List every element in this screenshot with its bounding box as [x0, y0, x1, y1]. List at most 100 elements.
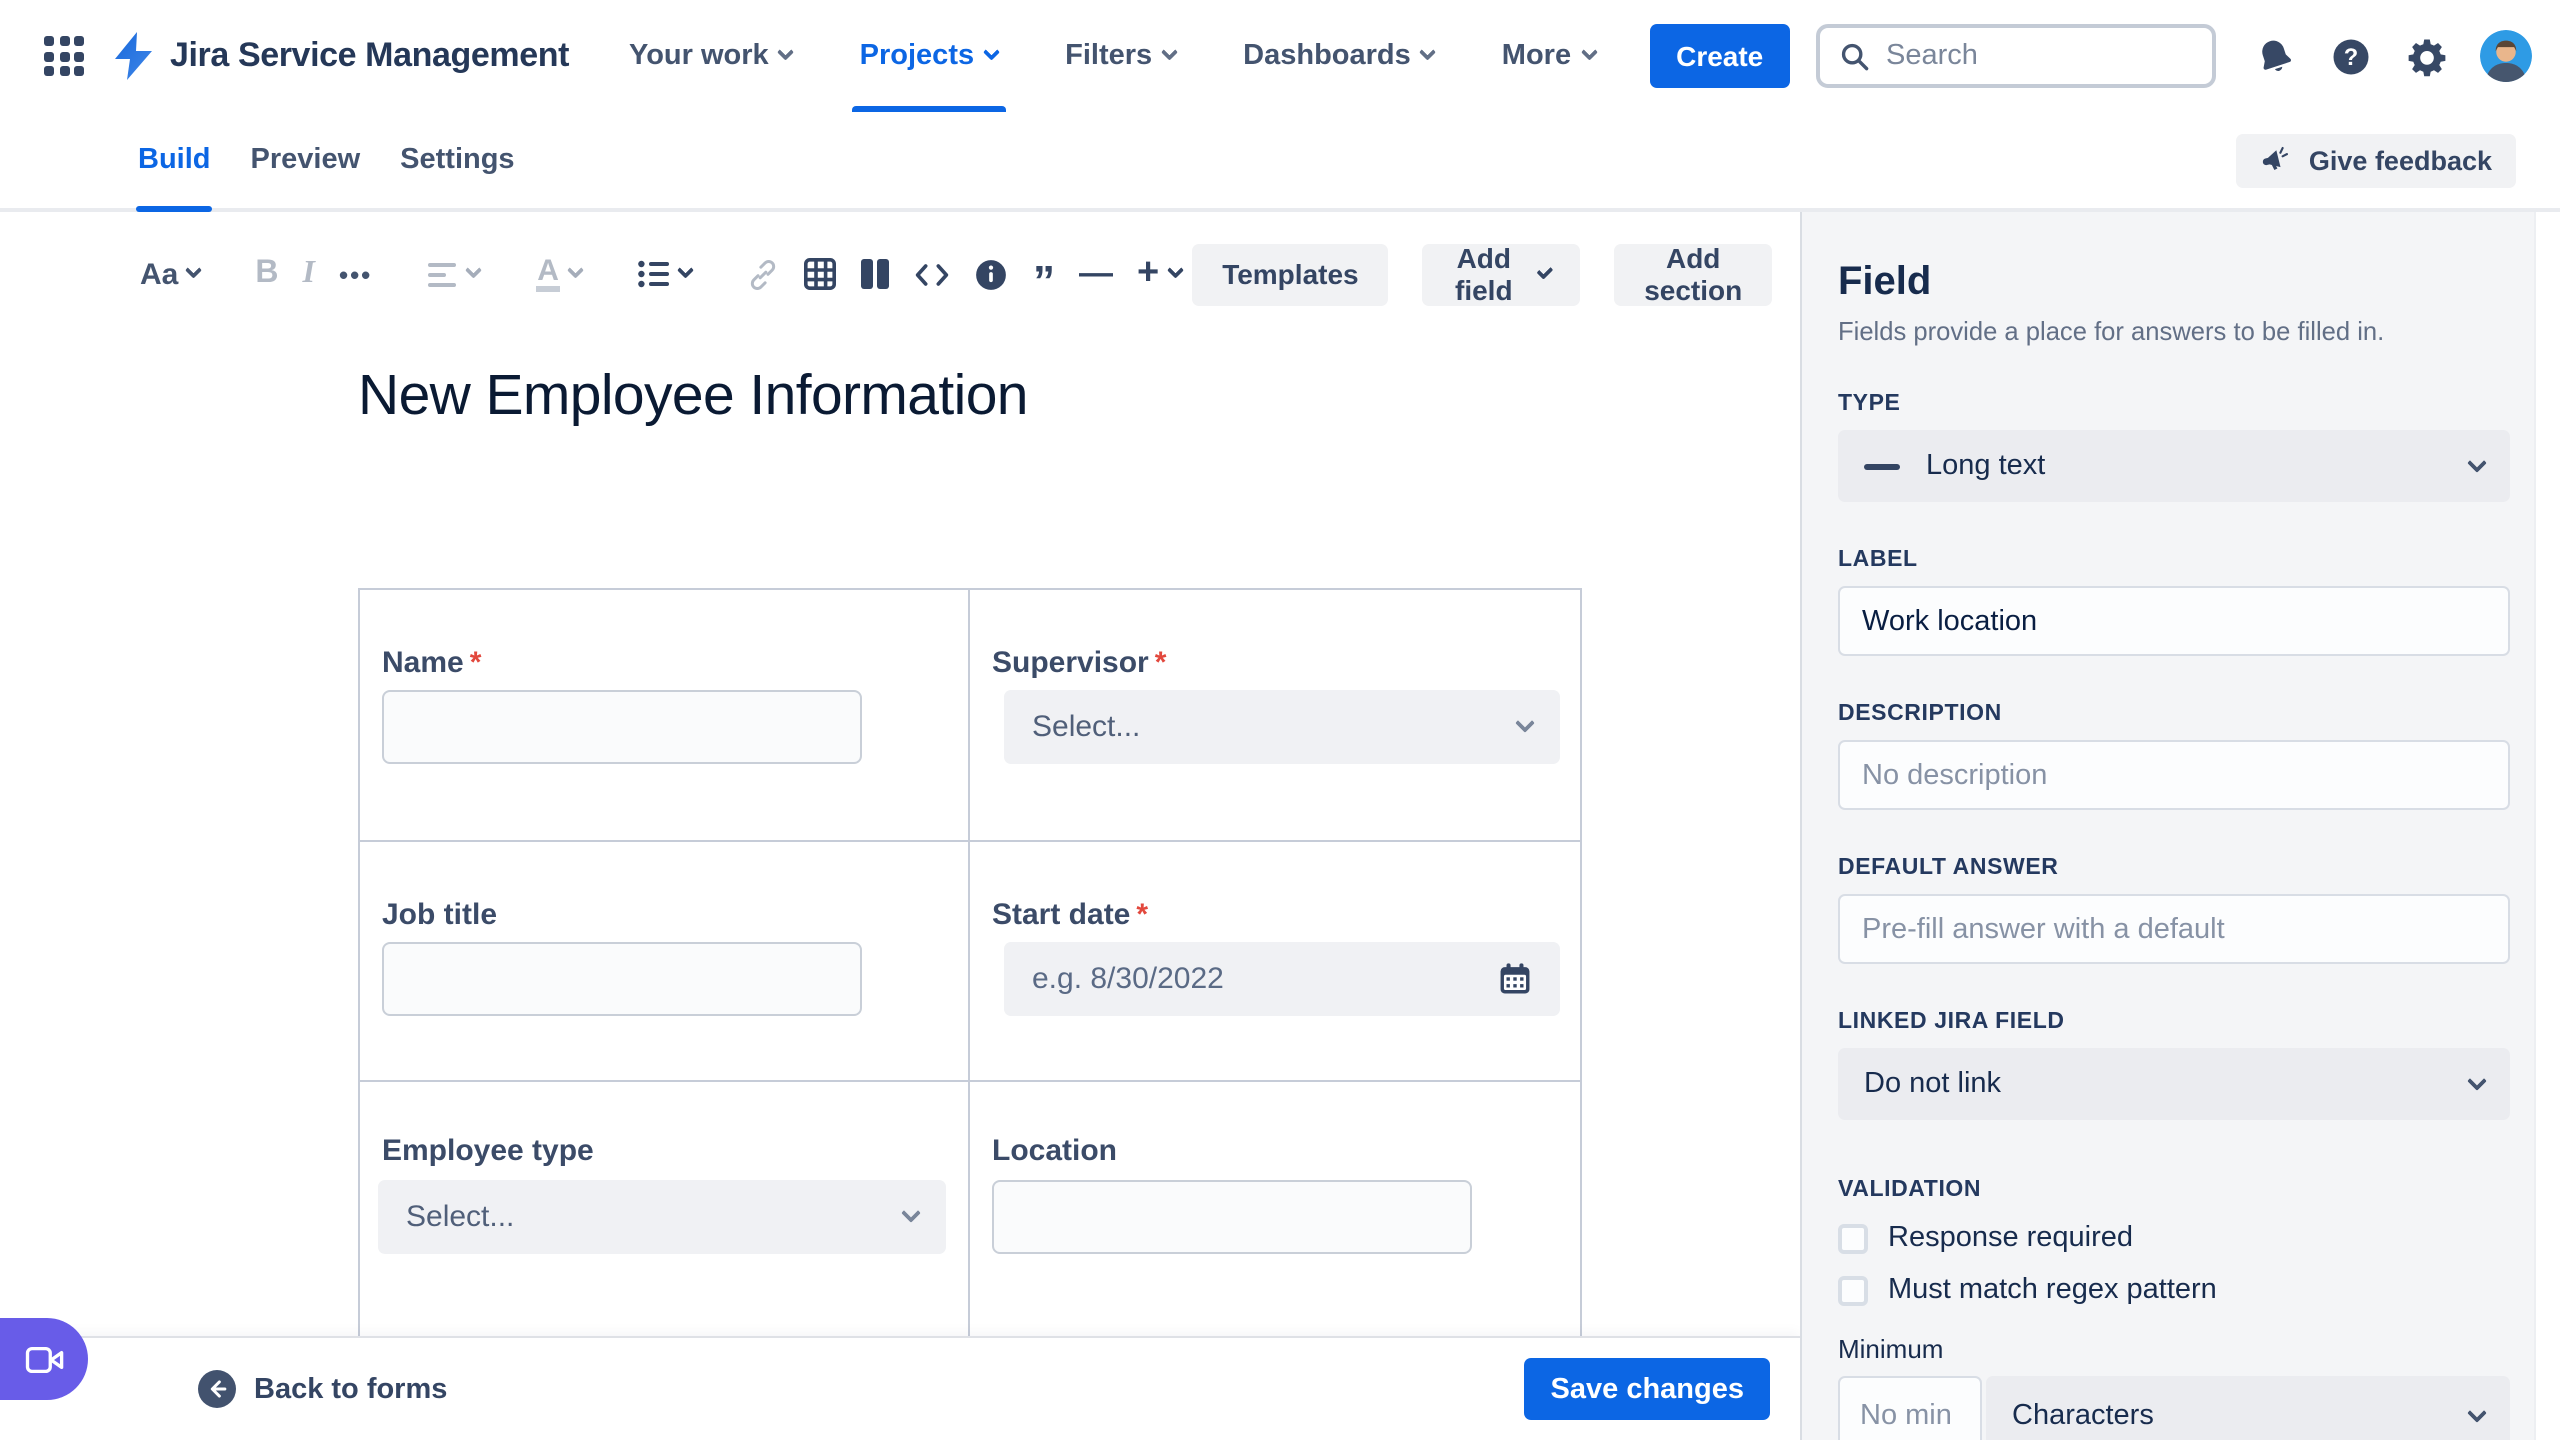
- bold-button[interactable]: B: [255, 256, 278, 292]
- product-title: Jira Service Management: [170, 36, 569, 74]
- info-panel-button[interactable]: [975, 257, 1009, 291]
- text-styles-button[interactable]: Aa: [140, 257, 202, 291]
- location-text-input[interactable]: [992, 1180, 1472, 1254]
- builder-tabs: Build Preview Settings: [136, 112, 517, 212]
- start-date-picker[interactable]: e.g. 8/30/2022: [1004, 942, 1560, 1016]
- form-title[interactable]: New Employee Information: [358, 364, 1029, 430]
- required-marker: *: [469, 646, 482, 680]
- label-label: LABEL: [1838, 548, 1918, 572]
- megaphone-icon: [2263, 146, 2289, 171]
- field-cell-name[interactable]: Name *: [360, 590, 970, 842]
- checkbox-icon[interactable]: [1838, 1223, 1868, 1253]
- field-type-select[interactable]: Long text: [1838, 430, 2510, 502]
- table-button[interactable]: [804, 258, 837, 290]
- regex-pattern-option[interactable]: Must match regex pattern: [1838, 1274, 2510, 1306]
- description-label: DESCRIPTION: [1838, 702, 2002, 726]
- settings-gear-icon[interactable]: [2404, 34, 2448, 78]
- link-button[interactable]: [747, 257, 781, 291]
- nav-your-work[interactable]: Your work: [629, 0, 794, 112]
- nav-projects[interactable]: Projects: [851, 0, 1005, 112]
- columns-icon: [861, 259, 890, 289]
- chevron-down-icon: [1420, 44, 1437, 60]
- field-settings-panel: Field Fields provide a place for answers…: [1800, 212, 2560, 1440]
- app-switcher-icon[interactable]: [44, 36, 84, 76]
- field-label: Name: [382, 646, 464, 680]
- response-required-option[interactable]: Response required: [1838, 1222, 2510, 1254]
- form-builder-tabs-bar: Build Preview Settings Give feedback: [0, 112, 2560, 212]
- editor-toolbar: Aa B I ••• A ” — + Templates Add field A…: [0, 212, 1800, 336]
- search-input[interactable]: Search: [1816, 24, 2216, 88]
- chevron-down-icon: [186, 262, 202, 278]
- give-feedback-button[interactable]: Give feedback: [2236, 133, 2516, 187]
- employee-type-select[interactable]: Select...: [378, 1180, 946, 1254]
- tab-preview[interactable]: Preview: [249, 112, 363, 208]
- jira-logo[interactable]: Jira Service Management: [112, 32, 569, 80]
- quote-button[interactable]: ”: [1033, 256, 1055, 303]
- tab-settings[interactable]: Settings: [398, 112, 516, 208]
- more-formatting-button[interactable]: •••: [339, 259, 372, 289]
- tab-build[interactable]: Build: [136, 112, 214, 212]
- divider-button[interactable]: —: [1079, 254, 1113, 294]
- nav-dashboards[interactable]: Dashboards: [1243, 0, 1437, 112]
- table-icon: [804, 258, 837, 290]
- chevron-down-icon: [778, 44, 794, 60]
- field-cell-employee-type[interactable]: Employee type Select...: [360, 1082, 970, 1336]
- job-title-text-input[interactable]: [382, 942, 862, 1016]
- alignment-button[interactable]: [428, 261, 482, 287]
- notifications-icon[interactable]: [2252, 34, 2296, 78]
- info-icon: [977, 259, 1007, 289]
- builder-action-buttons: Templates Add field Add section: [1192, 242, 1812, 306]
- type-label: TYPE: [1838, 392, 1901, 416]
- nav-more[interactable]: More: [1502, 0, 1597, 112]
- code-icon: [916, 263, 950, 285]
- checkbox-icon[interactable]: [1838, 1275, 1868, 1305]
- nav-filters[interactable]: Filters: [1065, 0, 1178, 112]
- default-answer-input[interactable]: Pre-fill answer with a default: [1838, 894, 2510, 964]
- panel-title: Field: [1838, 260, 1932, 304]
- search-placeholder: Search: [1886, 40, 1978, 72]
- user-avatar[interactable]: [2480, 30, 2532, 82]
- templates-button[interactable]: Templates: [1192, 243, 1389, 305]
- video-camera-icon: [24, 1345, 63, 1373]
- text-color-button[interactable]: A: [535, 256, 585, 292]
- lists-button[interactable]: [638, 260, 694, 288]
- form-field-table: Name* Supervisor* Select... Job title: [358, 588, 1582, 1336]
- form-canvas-column: Aa B I ••• A ” — + Templates Add field A…: [0, 212, 1800, 1440]
- minimum-label: Minimum: [1838, 1334, 1944, 1364]
- primary-nav: Your work Projects Filters Dashboards Mo…: [629, 0, 1597, 112]
- layouts-button[interactable]: [861, 258, 891, 290]
- default-answer-label: DEFAULT ANSWER: [1838, 856, 2059, 880]
- italic-button[interactable]: I: [303, 256, 315, 292]
- field-label: Job title: [382, 898, 498, 932]
- chevron-down-icon: [2467, 1070, 2487, 1090]
- minimum-unit-select[interactable]: Characters: [1986, 1376, 2510, 1440]
- create-button[interactable]: Create: [1650, 24, 1790, 88]
- back-to-forms-button[interactable]: Back to forms: [198, 1370, 447, 1408]
- field-label: Start date: [992, 898, 1131, 932]
- video-help-button[interactable]: [0, 1318, 88, 1400]
- field-label: Location: [992, 1134, 1117, 1168]
- name-text-input[interactable]: [382, 690, 862, 764]
- field-cell-supervisor[interactable]: Supervisor * Select...: [970, 590, 1580, 842]
- jira-bolt-icon: [115, 32, 152, 80]
- help-icon[interactable]: ?: [2328, 34, 2372, 78]
- insert-button[interactable]: +: [1137, 254, 1183, 292]
- field-description-input[interactable]: No description: [1838, 740, 2510, 810]
- form-canvas[interactable]: New Employee Information Name * Superviso…: [0, 336, 1800, 1336]
- app-window: Jira Service Management Your work Projec…: [0, 0, 2560, 1440]
- panel-scrollbar[interactable]: [2534, 212, 2560, 1440]
- arrow-left-icon: [198, 1370, 236, 1408]
- code-block-button[interactable]: [915, 259, 951, 289]
- field-cell-location[interactable]: Location: [970, 1082, 1580, 1336]
- chevron-down-icon: [983, 44, 1000, 60]
- save-changes-button[interactable]: Save changes: [1524, 1358, 1770, 1420]
- add-section-button[interactable]: Add section: [1614, 242, 1773, 306]
- field-cell-start-date[interactable]: Start date * e.g. 8/30/2022: [970, 842, 1580, 1082]
- canvas-footer-bar: Back to forms Save changes: [0, 1336, 1800, 1440]
- supervisor-select[interactable]: Select...: [1004, 690, 1560, 764]
- linked-jira-field-select[interactable]: Do not link: [1838, 1048, 2510, 1120]
- field-label-input[interactable]: Work location: [1838, 586, 2510, 656]
- minimum-value-input[interactable]: No min: [1838, 1376, 1982, 1440]
- field-cell-job-title[interactable]: Job title: [360, 842, 970, 1082]
- add-field-button[interactable]: Add field: [1422, 242, 1581, 306]
